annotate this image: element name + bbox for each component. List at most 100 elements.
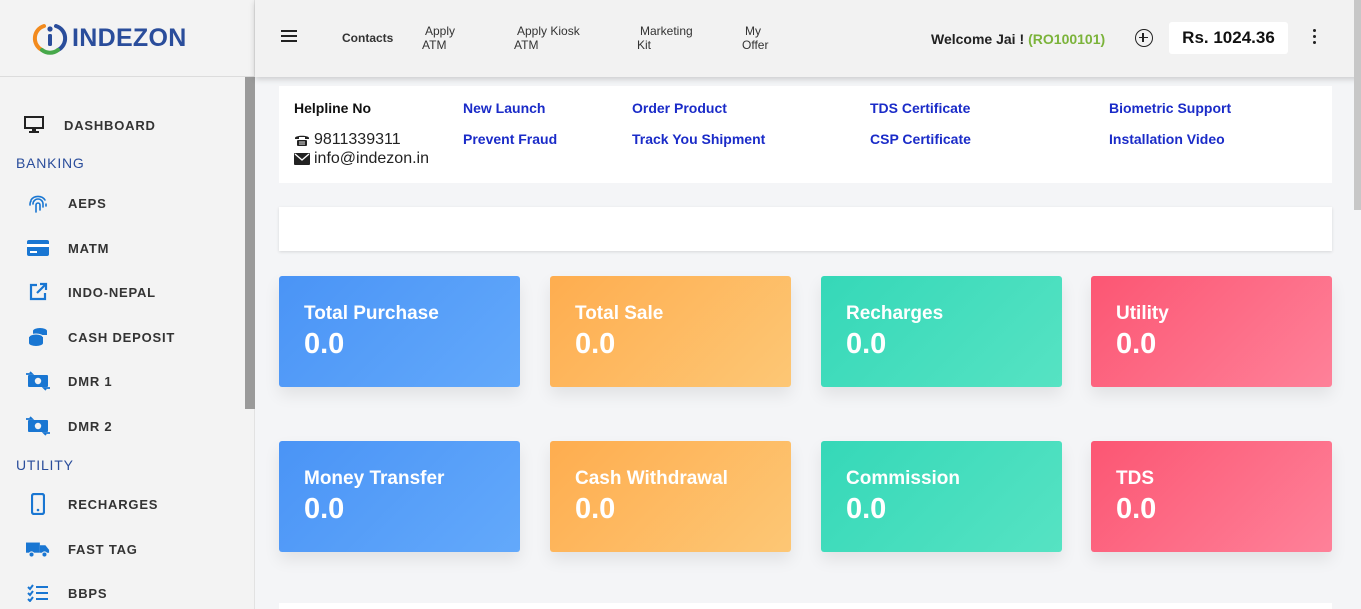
- logo-icon: [32, 20, 68, 56]
- nav-label: Contacts: [342, 31, 394, 45]
- money-transfer-icon: [26, 414, 50, 438]
- hamburger-menu-icon[interactable]: [281, 30, 297, 44]
- sidebar-item-label: DMR 2: [68, 418, 113, 434]
- envelope-icon: [294, 152, 311, 166]
- welcome-label: Welcome Jai !: [931, 31, 1025, 47]
- page-scrollbar[interactable]: [1354, 0, 1361, 210]
- nav-label-line1: Apply: [425, 24, 456, 38]
- checklist-icon: [26, 581, 50, 605]
- stat-value: 0.0: [1116, 493, 1157, 525]
- logo[interactable]: INDEZON: [0, 0, 254, 77]
- stat-card-utility[interactable]: Utility 0.0: [1091, 276, 1332, 387]
- nav-my-offer[interactable]: My Offer: [742, 24, 768, 52]
- nav-label-line2: ATM: [422, 38, 447, 52]
- sidebar-item-label: DMR 1: [68, 373, 113, 389]
- nav-label-line2: Kit: [637, 38, 652, 52]
- truck-icon: [26, 537, 50, 561]
- user-code: (RO100101): [1028, 31, 1106, 47]
- stat-card-recharges[interactable]: Recharges 0.0: [821, 276, 1062, 387]
- sidebar: INDEZON DASHBOARD BANKING AEPS MATM INDO…: [0, 0, 255, 609]
- sidebar-item-indo-nepal[interactable]: INDO-NEPAL: [0, 272, 245, 312]
- link-installation-video[interactable]: Installation Video: [1109, 131, 1225, 147]
- sidebar-item-label: FAST TAG: [68, 541, 138, 557]
- monitor-icon: [22, 113, 46, 137]
- link-order-product[interactable]: Order Product: [632, 100, 727, 116]
- stat-value: 0.0: [846, 328, 887, 360]
- stat-title: Cash Withdrawal: [575, 468, 728, 489]
- sidebar-item-bbps[interactable]: BBPS: [0, 573, 245, 609]
- stat-card-money-transfer[interactable]: Money Transfer 0.0: [279, 441, 520, 552]
- external-link-icon: [26, 280, 50, 304]
- helpline-phone: 9811339311: [294, 131, 401, 149]
- stat-title: Total Purchase: [304, 303, 439, 324]
- helpline-title: Helpline No: [294, 100, 372, 116]
- sidebar-item-label: MATM: [68, 240, 110, 256]
- phone-number: 9811339311: [314, 131, 401, 148]
- money-transfer-icon: [26, 369, 50, 393]
- sidebar-item-dmr1[interactable]: DMR 1: [0, 361, 245, 401]
- stat-value: 0.0: [304, 493, 345, 525]
- section-banking: BANKING: [16, 155, 85, 171]
- link-csp-certificate[interactable]: CSP Certificate: [870, 131, 971, 147]
- sidebar-item-label: BBPS: [68, 585, 108, 601]
- link-biometric-support[interactable]: Biometric Support: [1109, 100, 1231, 116]
- wallet-balance: Rs. 1024.36: [1169, 22, 1288, 54]
- info-panel: Helpline No 9811339311 info@indezon.in N…: [279, 86, 1332, 183]
- email-address: info@indezon.in: [314, 150, 429, 167]
- add-circle-icon[interactable]: [1135, 29, 1153, 47]
- sidebar-item-label: DASHBOARD: [64, 117, 156, 133]
- stat-value: 0.0: [1116, 328, 1157, 360]
- nav-apply-kiosk-atm[interactable]: Apply Kiosk ATM: [514, 24, 580, 52]
- sidebar-item-label: AEPS: [68, 195, 107, 211]
- sidebar-scrollbar[interactable]: [245, 77, 255, 409]
- sidebar-item-label: CASH DEPOSIT: [68, 329, 176, 345]
- brand-name: INDEZON: [72, 23, 187, 52]
- sidebar-item-label: INDO-NEPAL: [68, 284, 156, 300]
- stat-title: Total Sale: [575, 303, 664, 324]
- content-panel-edge: [279, 603, 1332, 609]
- sidebar-item-label: RECHARGES: [68, 496, 159, 512]
- stat-title: Commission: [846, 468, 961, 489]
- stat-title: Recharges: [846, 303, 944, 324]
- nav-label-line1: Marketing: [640, 24, 693, 38]
- link-prevent-fraud[interactable]: Prevent Fraud: [463, 131, 557, 147]
- stat-value: 0.0: [846, 493, 887, 525]
- nav-contacts[interactable]: Contacts: [342, 31, 393, 45]
- sidebar-item-matm[interactable]: MATM: [0, 228, 245, 268]
- notice-bar: [279, 207, 1332, 251]
- helpline-email: info@indezon.in: [294, 150, 429, 168]
- section-utility: UTILITY: [16, 457, 74, 473]
- sidebar-item-dashboard[interactable]: DASHBOARD: [0, 105, 241, 145]
- mobile-phone-icon: [26, 492, 50, 516]
- link-new-launch[interactable]: New Launch: [463, 100, 545, 116]
- nav-label-line2: ATM: [514, 38, 539, 52]
- stat-card-total-sale[interactable]: Total Sale 0.0: [550, 276, 791, 387]
- stat-title: Utility: [1116, 303, 1169, 324]
- sidebar-item-cash-deposit[interactable]: CASH DEPOSIT: [0, 317, 245, 357]
- stat-title: TDS: [1116, 468, 1154, 489]
- stat-title: Money Transfer: [304, 468, 445, 489]
- stat-card-total-purchase[interactable]: Total Purchase 0.0: [279, 276, 520, 387]
- fingerprint-icon: [26, 191, 50, 215]
- sidebar-item-aeps[interactable]: AEPS: [0, 183, 245, 223]
- stat-card-commission[interactable]: Commission 0.0: [821, 441, 1062, 552]
- stat-value: 0.0: [575, 493, 616, 525]
- welcome-text: Welcome Jai ! (RO100101): [931, 31, 1105, 47]
- nav-label-line1: My: [745, 24, 761, 38]
- nav-label-line1: Apply Kiosk: [517, 24, 580, 38]
- nav-apply-atm[interactable]: Apply ATM: [422, 24, 455, 52]
- more-options-icon[interactable]: [1309, 29, 1319, 47]
- sidebar-item-recharges[interactable]: RECHARGES: [0, 484, 245, 524]
- sidebar-item-dmr2[interactable]: DMR 2: [0, 406, 245, 446]
- nav-marketing-kit[interactable]: Marketing Kit: [637, 24, 693, 52]
- coins-icon: [26, 325, 50, 349]
- stat-value: 0.0: [304, 328, 345, 360]
- stat-card-tds[interactable]: TDS 0.0: [1091, 441, 1332, 552]
- link-tds-certificate[interactable]: TDS Certificate: [870, 100, 970, 116]
- telephone-icon: [294, 133, 311, 147]
- sidebar-item-fast-tag[interactable]: FAST TAG: [0, 529, 245, 569]
- credit-card-icon: [26, 236, 50, 260]
- stat-card-cash-withdrawal[interactable]: Cash Withdrawal 0.0: [550, 441, 791, 552]
- nav-label-line2: Offer: [742, 38, 769, 52]
- link-track-shipment[interactable]: Track You Shipment: [632, 131, 765, 147]
